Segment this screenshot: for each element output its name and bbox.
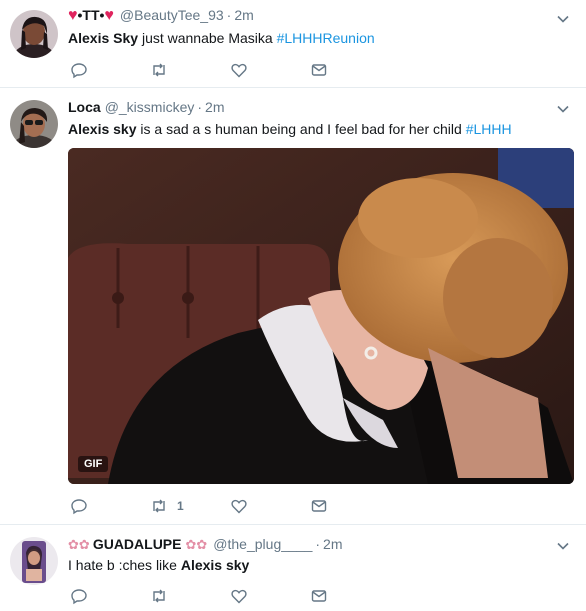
message-button[interactable] (310, 496, 328, 516)
like-button[interactable] (230, 60, 248, 80)
like-button[interactable] (230, 586, 248, 606)
tweet-text: Alexis sky is a sad a s human being and … (68, 120, 512, 138)
direct-message-icon (311, 590, 327, 602)
like-icon (231, 63, 247, 78)
flower-emoji-icon: ✿ (78, 537, 90, 552)
reply-icon (71, 63, 87, 79)
flower-emoji-icon: ✿ (196, 537, 208, 552)
direct-message-icon (311, 64, 327, 76)
like-button[interactable] (230, 496, 248, 516)
reply-button[interactable] (70, 60, 88, 80)
retweet-icon (153, 589, 165, 603)
separator-dot: · (226, 7, 232, 23)
tweet[interactable]: ✿ ✿ GUADALUPE ✿ ✿ @the_plug____ · 2m I h… (0, 525, 586, 611)
tweet-text: Alexis Sky just wannabe Masika #LHHHReun… (68, 29, 375, 47)
separator-dot: · (197, 99, 203, 115)
flower-emoji-icon: ✿ (185, 537, 197, 552)
mention-text: Alexis sky (68, 121, 137, 137)
tweet-body: just wannabe Masika (138, 30, 277, 46)
tweet[interactable]: Loca @_kissmickey · 2m Alexis sky is a s… (0, 88, 586, 525)
retweet-button[interactable] (150, 60, 177, 80)
reply-button[interactable] (70, 496, 88, 516)
tweet-body: I hate b :ches like (68, 557, 181, 573)
retweet-icon (153, 499, 165, 513)
mention-text: Alexis Sky (68, 30, 139, 46)
tweet-actions: 1 (68, 496, 368, 516)
reply-icon (71, 589, 87, 605)
tweet-header: ✿ ✿ GUADALUPE ✿ ✿ @the_plug____ · 2m (68, 536, 343, 553)
retweet-icon (153, 63, 165, 77)
direct-message-icon (311, 500, 327, 512)
display-name[interactable]: GUADALUPE (93, 536, 182, 552)
flower-emoji-icon: ✿ (68, 537, 79, 552)
tweet[interactable]: ♥ •TT• ♥ @BeautyTee_93 · 2m Alexis Sky j… (0, 0, 586, 88)
user-handle[interactable]: @_kissmickey (105, 99, 195, 115)
gif-badge: GIF (78, 456, 109, 472)
timestamp[interactable]: 2m (205, 99, 224, 115)
avatar[interactable] (10, 10, 58, 58)
tweet-body: is a sad a s human being and I feel bad … (136, 121, 466, 137)
display-name[interactable]: •TT• (78, 7, 105, 23)
tweet-header: ♥ •TT• ♥ @BeautyTee_93 · 2m (68, 7, 254, 25)
timestamp[interactable]: 2m (234, 7, 253, 23)
retweet-button[interactable]: 1 (150, 496, 184, 516)
separator-dot: · (315, 536, 321, 552)
avatar[interactable] (10, 537, 58, 585)
display-name[interactable]: Loca (68, 99, 101, 115)
gif-image (68, 148, 574, 484)
retweet-button[interactable] (150, 586, 177, 606)
mention-text: Alexis sky (180, 557, 250, 573)
hashtag-link[interactable]: #LHHHReunion (277, 30, 375, 46)
chevron-down-icon[interactable] (556, 102, 570, 116)
user-handle[interactable]: @the_plug____ (213, 536, 312, 552)
like-icon (231, 589, 247, 604)
tweet-header: Loca @_kissmickey · 2m (68, 99, 224, 115)
user-handle[interactable]: @BeautyTee_93 (120, 7, 224, 23)
like-icon (231, 499, 247, 514)
chevron-down-icon[interactable] (556, 12, 570, 26)
heart-emoji-icon: ♥ (68, 7, 78, 24)
heart-emoji-icon: ♥ (104, 7, 114, 24)
retweet-count: 1 (177, 499, 184, 513)
tweet-actions (68, 586, 368, 606)
reply-icon (71, 499, 87, 515)
message-button[interactable] (310, 60, 328, 80)
tweet-actions (68, 60, 368, 80)
hashtag-link[interactable]: #LHHH (466, 121, 512, 137)
gif-media[interactable]: GIF (68, 148, 574, 484)
tweet-text: I hate b :ches like Alexis sky (68, 556, 249, 574)
message-button[interactable] (310, 586, 328, 606)
chevron-down-icon[interactable] (556, 539, 570, 553)
reply-button[interactable] (70, 586, 88, 606)
avatar[interactable] (10, 100, 58, 148)
timestamp[interactable]: 2m (323, 536, 342, 552)
